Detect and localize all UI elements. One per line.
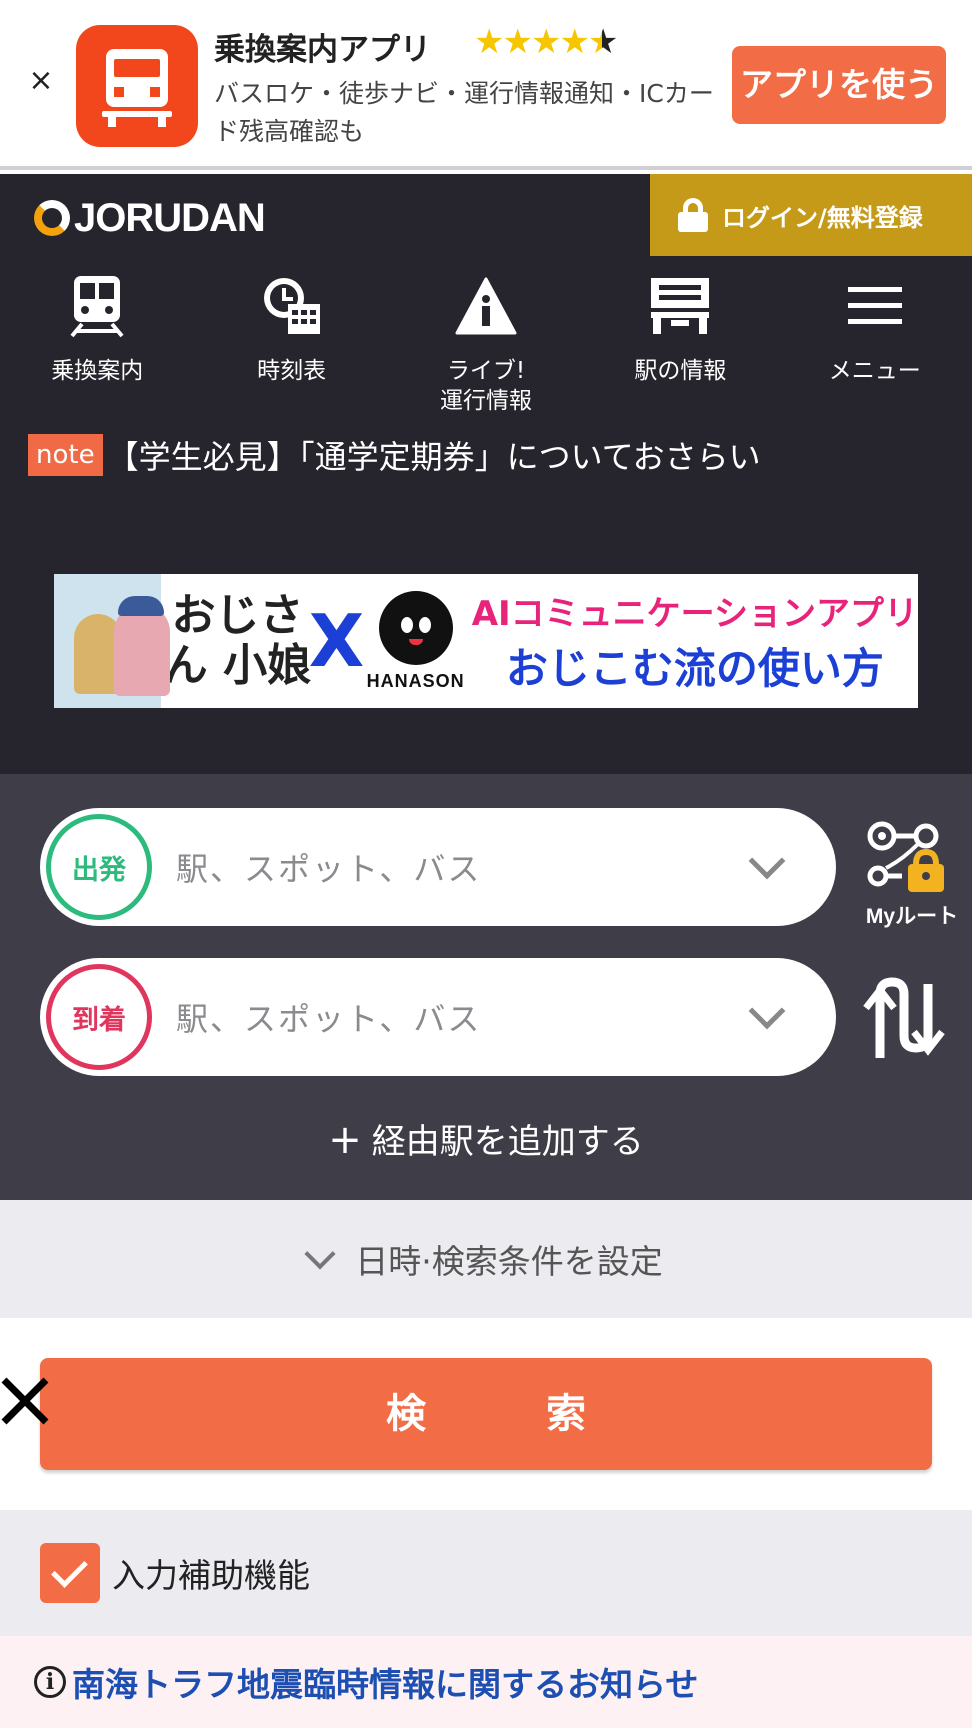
train-icon [0,270,194,342]
nav-label-transfer: 乗換案内 [51,358,144,384]
input-assist-row: 入力補助機能 [0,1510,972,1636]
ad-x: X [308,599,365,683]
ad-title: おじさん 小娘 [163,590,312,691]
nav-item-transfer[interactable]: 乗換案内 [0,270,194,420]
ad-copy-line1: AIコミュニケーションアプリ [471,594,918,634]
station-icon [583,270,777,342]
swap-stations-button[interactable] [860,974,950,1064]
chevron-down-icon [304,1238,336,1270]
ad-copy-line2: おじこむ流の使い方 [505,644,884,693]
lock-icon [678,198,708,232]
warning-icon [389,270,583,342]
to-badge: 到着 [46,964,152,1070]
notice-bar: i 南海トラフ地震臨時情報に関するお知らせ [0,1636,972,1728]
logo-text: JORUDAN [74,195,266,240]
from-station-field[interactable]: 出発 駅、スポット、バス [40,808,836,926]
note-badge: note [28,434,103,476]
ad-hanason: HANASON [360,574,472,708]
menu-icon [778,270,972,342]
nav-label-station-info: 駅の情報 [634,358,727,384]
nav-item-station-info[interactable]: 駅の情報 [583,270,777,420]
to-station-field[interactable]: 到着 駅、スポット、バス [40,958,836,1076]
app-description: バスロケ・徒歩ナビ・運行情報通知・ICカード残高確認も [214,79,714,146]
date-conditions-toggle[interactable]: 日時·検索条件を設定 [0,1200,972,1318]
note-article-link[interactable]: note 【学生必見】「通学定期券」についておさらい [28,432,761,478]
from-badge: 出発 [46,814,152,920]
myroute-button[interactable]: Myルート [862,814,962,928]
nav-item-live-info[interactable]: ライブ! 運行情報 [389,270,583,420]
plus-icon: + [328,1117,362,1163]
nav-label-live-info: ライブ! 運行情報 [439,358,532,414]
site-header: JORUDAN ログイン/無料登録 乗換案内 時刻表 ライブ! 運行情報 駅の情… [0,174,972,774]
note-text: 【学生必見】「通学定期券」についておさらい [106,438,761,476]
use-app-button[interactable]: アプリを使う [732,46,946,124]
nav-label-menu: メニュー [828,358,921,384]
ad-photo [54,574,170,708]
app-name: 乗換案内アプリ [214,32,431,68]
hanason-face-icon [378,590,453,665]
nav-item-timetable[interactable]: 時刻表 [194,270,388,420]
route-search-panel: 出発 駅、スポット、バス Myルート 到着 駅、スポット、バス + 経由駅を追加… [0,774,972,1200]
nav-label-timetable: 時刻表 [257,358,327,384]
swap-arrows-icon [863,977,945,1058]
myroute-label: Myルート [865,905,959,928]
myroute-icon [867,821,944,892]
chevron-down-icon[interactable] [748,992,786,1030]
input-assist-label[interactable]: 入力補助機能 [112,1549,310,1597]
add-via-label: 経由駅を追加する [371,1122,644,1162]
rating-full-stars: ★★★★ [474,22,590,62]
rating-half-star: ★ [587,22,619,62]
conditions-label: 日時·検索条件を設定 [355,1242,663,1281]
close-icon[interactable] [0,1376,50,1426]
chevron-down-icon[interactable] [748,842,786,880]
app-install-banner: × 乗換案内アプリ ★★★★★ バスロケ・徒歩ナビ・運行情報通知・ICカード残高… [0,0,972,170]
from-placeholder[interactable]: 駅、スポット、バス [176,844,754,890]
notice-link[interactable]: 南海トラフ地震臨時情報に関するお知らせ [72,1658,698,1706]
search-button[interactable]: 検 索 [40,1358,932,1470]
login-button[interactable]: ログイン/無料登録 [650,174,972,256]
rating-stars: ★★★★★ [474,22,619,62]
to-placeholder[interactable]: 駅、スポット、バス [176,994,754,1040]
logo-mark-icon [34,200,70,236]
ad-copy: AIコミュニケーションアプリ おじこむ流の使い方 [472,574,918,708]
input-assist-checkbox[interactable] [40,1543,100,1603]
close-icon[interactable]: × [26,66,56,96]
login-label: ログイン/無料登録 [722,203,923,232]
ad-banner[interactable]: おじさん 小娘 X HANASON AIコミュニケーションアプリ おじこむ流の使… [54,574,918,708]
add-via-station-button[interactable]: + 経由駅を追加する [0,1114,972,1163]
search-button-area: 検 索 [0,1318,972,1510]
info-icon: i [34,1666,66,1698]
ad-brand: HANASON [366,670,465,691]
nav-item-menu[interactable]: メニュー [778,270,972,420]
timetable-icon [194,270,388,342]
main-nav: 乗換案内 時刻表 ライブ! 運行情報 駅の情報 メニュー [0,270,972,420]
app-icon[interactable] [76,25,198,147]
jorudan-logo[interactable]: JORUDAN [34,194,266,242]
